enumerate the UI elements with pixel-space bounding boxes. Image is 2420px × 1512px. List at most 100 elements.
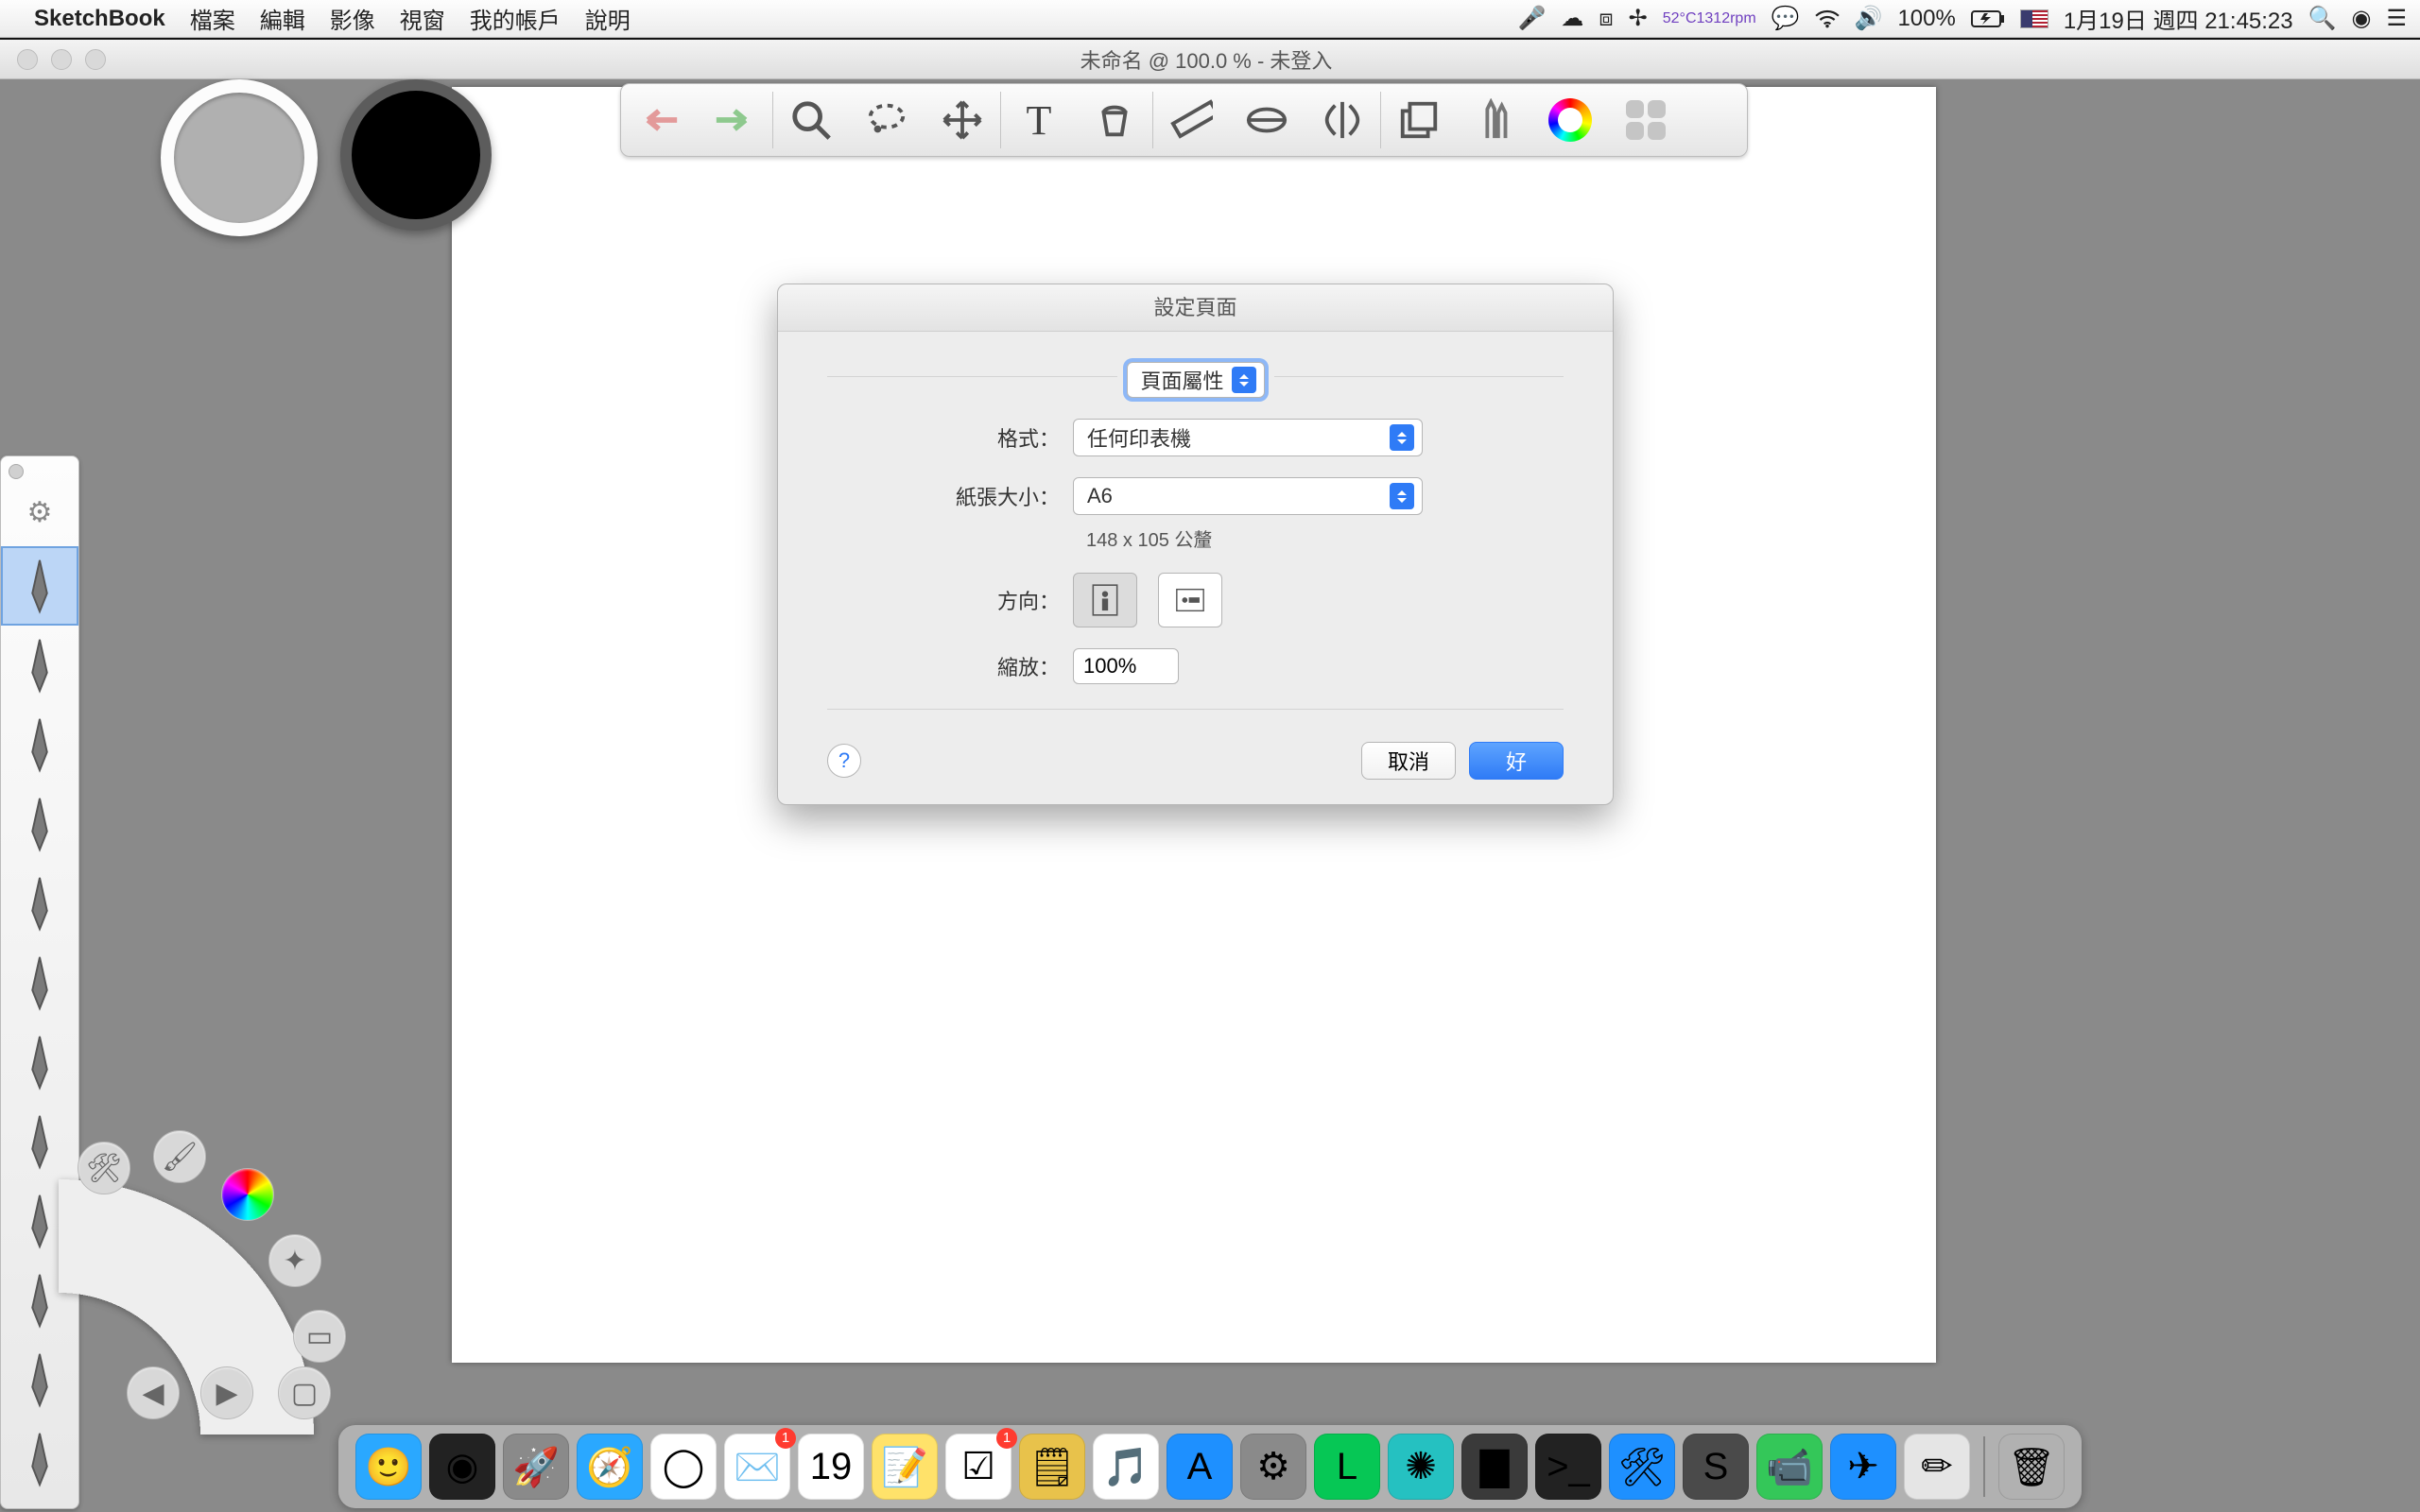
- paper-size-popup[interactable]: A6: [1073, 477, 1423, 515]
- menu-help[interactable]: 說明: [585, 2, 631, 35]
- lasso-icon[interactable]: [849, 84, 925, 156]
- dock-launchpad[interactable]: 🚀: [503, 1434, 569, 1500]
- menu-file[interactable]: 檔案: [190, 2, 235, 35]
- orientation-portrait-button[interactable]: [1073, 573, 1137, 627]
- wifi-icon[interactable]: [1815, 9, 1840, 28]
- scale-input[interactable]: [1073, 648, 1179, 684]
- brush-settings-icon[interactable]: ⚙: [1, 496, 78, 529]
- menu-account[interactable]: 我的帳戶: [470, 2, 561, 35]
- dropbox-icon[interactable]: ⧈: [1599, 6, 1613, 32]
- line-menubar-icon[interactable]: 💬: [1772, 5, 1800, 32]
- dock-sublime[interactable]: S: [1683, 1434, 1749, 1500]
- help-button[interactable]: ?: [827, 744, 861, 778]
- paper-size-value: A6: [1087, 484, 1382, 508]
- format-popup[interactable]: 任何印表機: [1073, 419, 1423, 456]
- dock-terminal[interactable]: >_: [1535, 1434, 1601, 1500]
- input-source-flag[interactable]: [2020, 9, 2048, 28]
- menu-edit[interactable]: 編輯: [260, 2, 305, 35]
- dock-chrome[interactable]: ◯: [650, 1434, 717, 1500]
- dock-activity[interactable]: ▇: [1461, 1434, 1528, 1500]
- dock-settings[interactable]: ⚙︎: [1240, 1434, 1306, 1500]
- brush-ballpoint[interactable]: [1, 1022, 78, 1102]
- temperature-status[interactable]: 52°C 1312rpm: [1663, 11, 1756, 26]
- ui-toggle-icon[interactable]: [1608, 84, 1684, 156]
- menubar: SketchBook 檔案 編輯 影像 視窗 我的帳戶 說明 🎤 ☁︎ ⧈ ✢ …: [0, 0, 2420, 38]
- lagoon-tool-1[interactable]: 🛠: [78, 1142, 130, 1194]
- dock-facetime[interactable]: 📹: [1756, 1434, 1823, 1500]
- top-toolbar: T: [620, 83, 1748, 157]
- fan-icon[interactable]: ✢: [1629, 5, 1648, 32]
- dock-xcode[interactable]: 🛠: [1609, 1434, 1675, 1500]
- ellipse-guide-icon[interactable]: [1229, 84, 1305, 156]
- dock-finder[interactable]: 🙂: [355, 1434, 422, 1500]
- dock-itunes[interactable]: 🎵: [1093, 1434, 1159, 1500]
- dock-trash[interactable]: 🗑: [1998, 1434, 2065, 1500]
- move-icon[interactable]: [925, 84, 1000, 156]
- brush-airbrush[interactable]: [1, 626, 78, 705]
- page-setup-dialog: 設定頁面 頁面屬性 格式： 任何印表機 紙張大小： A: [777, 284, 1614, 805]
- brush-felt[interactable]: [1, 784, 78, 864]
- dialog-mode-popup[interactable]: 頁面屬性: [1127, 362, 1265, 398]
- window-titlebar: 未命名 @ 100.0 % - 未登入: [0, 40, 2420, 79]
- brush-group-icon[interactable]: [1457, 84, 1532, 156]
- lagoon-next[interactable]: ▶: [200, 1366, 253, 1419]
- lagoon-tool-2[interactable]: 🖌: [153, 1130, 206, 1183]
- dock-messenger[interactable]: ✈︎: [1830, 1434, 1896, 1500]
- window-close-button[interactable]: [17, 49, 38, 70]
- zoom-icon[interactable]: [773, 84, 849, 156]
- text-icon[interactable]: T: [1001, 84, 1077, 156]
- color-puck-primary[interactable]: [340, 79, 492, 231]
- dock-stickies[interactable]: 🗒: [1019, 1434, 1085, 1500]
- color-wheel-icon[interactable]: [1532, 84, 1608, 156]
- dock-safari[interactable]: 🧭: [577, 1434, 643, 1500]
- symmetry-icon[interactable]: [1305, 84, 1380, 156]
- dock-siri[interactable]: ◉: [429, 1434, 495, 1500]
- lagoon-tool-4[interactable]: ✦: [268, 1234, 321, 1287]
- menu-window[interactable]: 視窗: [400, 2, 445, 35]
- siri-menubar-icon[interactable]: ◉: [2352, 5, 2372, 32]
- window-minimize-button[interactable]: [51, 49, 72, 70]
- window-title: 未命名 @ 100.0 % - 未登入: [106, 44, 2307, 75]
- undo-icon[interactable]: [621, 84, 697, 156]
- dock-appstore[interactable]: A: [1167, 1434, 1233, 1500]
- lagoon-color-wheel[interactable]: [221, 1168, 274, 1221]
- dock-line[interactable]: L: [1314, 1434, 1380, 1500]
- brush-pencil[interactable]: [1, 546, 78, 626]
- spotlight-icon[interactable]: 🔍: [2308, 5, 2337, 32]
- ok-button[interactable]: 好: [1469, 742, 1564, 780]
- menu-image[interactable]: 影像: [330, 2, 375, 35]
- brush-chisel[interactable]: [1, 943, 78, 1022]
- mic-icon[interactable]: 🎤: [1517, 5, 1546, 32]
- cancel-button[interactable]: 取消: [1361, 742, 1456, 780]
- orientation-landscape-button[interactable]: [1158, 573, 1222, 627]
- redo-icon[interactable]: [697, 84, 772, 156]
- dock-notes[interactable]: 📝: [872, 1434, 938, 1500]
- dock-separator: [1983, 1436, 1985, 1497]
- clock[interactable]: 1月19日 週四 21:45:23: [2064, 2, 2293, 35]
- battery-icon[interactable]: [1971, 10, 2005, 27]
- cloud-icon[interactable]: ☁︎: [1561, 5, 1583, 32]
- brush-paintbrush[interactable]: [1, 864, 78, 943]
- dock: 🙂◉🚀🧭◯✉️119📝☑︎1🗒🎵A⚙︎L✺▇>_🛠S📹✈︎✏︎ 🗑: [338, 1425, 2082, 1508]
- volume-icon[interactable]: 🔊: [1855, 5, 1883, 32]
- dock-mail[interactable]: ✉️1: [724, 1434, 790, 1500]
- layers-icon[interactable]: [1381, 84, 1457, 156]
- color-puck-secondary[interactable]: [161, 79, 318, 236]
- format-label: 格式：: [827, 422, 1073, 453]
- lagoon-tool-5[interactable]: ▭: [293, 1310, 346, 1363]
- notification-center-icon[interactable]: ☰: [2386, 5, 2407, 32]
- paper-dimensions: 148 x 105 公釐: [1086, 524, 1564, 552]
- app-name[interactable]: SketchBook: [34, 6, 165, 32]
- bucket-icon[interactable]: [1077, 84, 1152, 156]
- dock-reminders[interactable]: ☑︎1: [945, 1434, 1011, 1500]
- brush-marker[interactable]: [1, 705, 78, 784]
- dock-sketchbook[interactable]: ✏︎: [1904, 1434, 1970, 1500]
- lagoon-prev[interactable]: ◀: [127, 1366, 180, 1419]
- dock-calendar[interactable]: 19: [798, 1434, 864, 1500]
- lagoon-canvas[interactable]: ▢: [278, 1366, 331, 1419]
- ruler-icon[interactable]: [1153, 84, 1229, 156]
- paper-size-label: 紙張大小：: [827, 481, 1073, 511]
- window-zoom-button[interactable]: [85, 49, 106, 70]
- palette-pin[interactable]: [9, 464, 24, 479]
- dock-asterisk[interactable]: ✺: [1388, 1434, 1454, 1500]
